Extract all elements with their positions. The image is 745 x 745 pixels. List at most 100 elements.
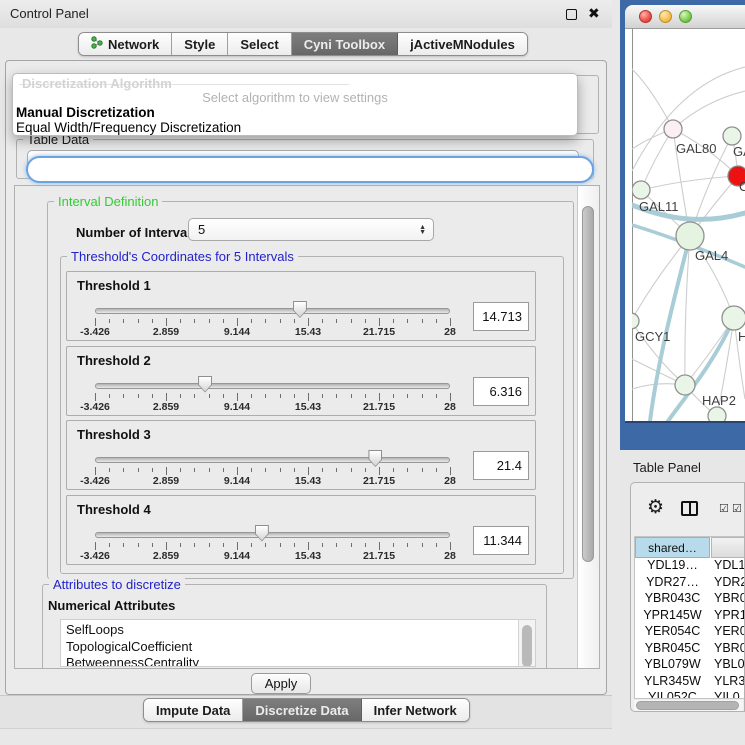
attribute-list-item[interactable]: TopologicalCoefficient — [61, 639, 535, 656]
slider-track[interactable] — [95, 457, 450, 463]
threshold-value-field[interactable]: 6.316 — [473, 377, 529, 406]
tick-label: 15.43 — [295, 550, 321, 562]
table-cell-name[interactable]: YDR2 — [712, 575, 745, 589]
network-node[interactable] — [676, 222, 704, 250]
table-cell-shared-name[interactable]: YIL052C — [635, 690, 710, 699]
close-icon[interactable]: ✖ — [588, 5, 600, 22]
table-row[interactable]: YBL079WYBL0 — [635, 657, 745, 674]
network-node-label: HAP2 — [702, 393, 736, 408]
attribute-list-item[interactable]: SelfLoops — [61, 622, 535, 639]
network-node[interactable] — [632, 313, 639, 329]
table-cell-shared-name[interactable]: YER054C — [635, 624, 710, 638]
threshold-value-field[interactable]: 14.713 — [473, 302, 529, 331]
node-attribute-table[interactable]: shared… n YDL19…YDL1YDR27…YDR2YBR043CYBR… — [634, 536, 745, 699]
threshold-value-field[interactable]: 21.4 — [473, 451, 529, 480]
network-node[interactable] — [675, 375, 695, 395]
settings-vertical-scrollbar[interactable] — [577, 186, 599, 668]
tick-minor — [209, 543, 210, 547]
network-edge — [641, 176, 738, 190]
table-row[interactable]: YPR145WYPR1 — [635, 608, 745, 625]
popup-item-equal-width-frequency[interactable]: Equal Width/Frequency Discretization — [16, 120, 241, 135]
network-node[interactable] — [722, 306, 745, 330]
bottom-tab-impute-data[interactable]: Impute Data — [144, 699, 243, 721]
table-cell-shared-name[interactable]: YDL19… — [635, 558, 710, 572]
table-cell-name[interactable]: YER0 — [712, 624, 745, 638]
tick-minor — [365, 543, 366, 547]
slider-track[interactable] — [95, 308, 450, 314]
slider-tick-labels: -3.4262.8599.14415.4321.71528 — [95, 326, 450, 338]
table-cell-name[interactable]: YLR3 — [712, 674, 745, 688]
attributes-list-scrollbar[interactable] — [518, 620, 535, 667]
bottom-tab-discretize-data[interactable]: Discretize Data — [243, 699, 361, 721]
table-cell-shared-name[interactable]: YLR345W — [635, 674, 710, 688]
table-row[interactable]: YDR27…YDR2 — [635, 575, 745, 592]
slider-thumb[interactable] — [368, 450, 382, 467]
column-header-name[interactable]: n — [711, 537, 745, 558]
columns-icon[interactable] — [681, 501, 698, 516]
checkbox-icon[interactable]: ☑ — [719, 502, 729, 515]
tick-minor — [365, 468, 366, 472]
tab-cyni-toolbox[interactable]: Cyni Toolbox — [292, 33, 398, 55]
slider-track[interactable] — [95, 532, 450, 538]
table-row[interactable]: YBR045CYBR0 — [635, 641, 745, 658]
tick-minor — [351, 468, 352, 472]
table-cell-name[interactable]: YDL1 — [712, 558, 745, 572]
tab-network[interactable]: Network — [79, 33, 172, 55]
table-row[interactable]: YDL19…YDL1 — [635, 558, 745, 575]
bottom-tab-infer-network[interactable]: Infer Network — [362, 699, 469, 721]
close-traffic-light-icon[interactable] — [639, 10, 652, 23]
zoom-traffic-light-icon[interactable] — [679, 10, 692, 23]
column-header-shared-name[interactable]: shared… — [635, 537, 710, 558]
table-cell-name[interactable]: YBR0 — [712, 641, 745, 655]
table-row[interactable]: YLR345WYLR3 — [635, 674, 745, 691]
tick-major — [95, 467, 96, 475]
network-node[interactable] — [723, 127, 741, 145]
table-cell-shared-name[interactable]: YBL079W — [635, 657, 710, 671]
tab-select[interactable]: Select — [228, 33, 291, 55]
slider-thumb[interactable] — [198, 376, 212, 393]
gear-icon[interactable]: ⚙ — [647, 496, 664, 519]
tick-minor — [322, 543, 323, 547]
table-row[interactable]: YER054CYER0 — [635, 624, 745, 641]
checkbox-icon[interactable]: ☑ — [732, 502, 742, 515]
table-cell-shared-name[interactable]: YBR043C — [635, 591, 710, 605]
tick-minor — [422, 468, 423, 472]
tick-minor — [209, 319, 210, 323]
popup-item-manual-discretization[interactable]: Manual Discretization — [16, 105, 155, 120]
table-cell-shared-name[interactable]: YDR27… — [635, 575, 710, 589]
slider-thumb[interactable] — [293, 301, 307, 318]
network-node[interactable] — [708, 407, 726, 421]
attribute-list-item[interactable]: BetweennessCentrality — [61, 655, 535, 667]
algorithm-combobox[interactable] — [26, 156, 594, 183]
threshold-value-field[interactable]: 11.344 — [473, 526, 529, 555]
control-panel: Control Panel ✖ NetworkStyleSelectCyni T… — [0, 0, 612, 745]
tick-minor — [109, 319, 110, 323]
table-row[interactable]: YBR043CYBR0 — [635, 591, 745, 608]
slider-track[interactable] — [95, 383, 450, 389]
network-node[interactable] — [664, 120, 682, 138]
table-cell-shared-name[interactable]: YPR145W — [635, 608, 710, 622]
table-cell-name[interactable]: YPR1 — [712, 608, 745, 622]
float-window-icon[interactable] — [566, 9, 577, 20]
scrollbar-thumb[interactable] — [522, 625, 532, 667]
table-cell-name[interactable]: YIL0 — [712, 690, 745, 699]
minimize-traffic-light-icon[interactable] — [659, 10, 672, 23]
network-node[interactable] — [632, 181, 650, 199]
tab-style[interactable]: Style — [172, 33, 228, 55]
table-horizontal-scrollbar[interactable] — [634, 700, 743, 711]
slider-thumb[interactable] — [255, 525, 269, 542]
table-row[interactable]: YIL052CYIL0 — [635, 690, 745, 699]
network-canvas[interactable]: GAL80GACGAL11GAL4GCY1HHAP2 — [632, 29, 745, 421]
numerical-attributes-list[interactable]: SelfLoopsTopologicalCoefficientBetweenne… — [60, 619, 536, 667]
tick-minor — [265, 394, 266, 398]
scrollbar-thumb[interactable] — [582, 206, 594, 562]
number-of-intervals-combobox[interactable]: 5 ▲▼ — [188, 218, 434, 241]
tick-minor — [407, 394, 408, 398]
tab-jactivemnodules[interactable]: jActiveMNodules — [398, 33, 527, 55]
apply-button[interactable]: Apply — [251, 673, 311, 694]
table-cell-name[interactable]: YBL0 — [712, 657, 745, 671]
scrollbar-thumb[interactable] — [636, 701, 739, 710]
stepper-arrows-icon: ▲▼ — [419, 225, 426, 235]
table-cell-shared-name[interactable]: YBR045C — [635, 641, 710, 655]
table-cell-name[interactable]: YBR0 — [712, 591, 745, 605]
